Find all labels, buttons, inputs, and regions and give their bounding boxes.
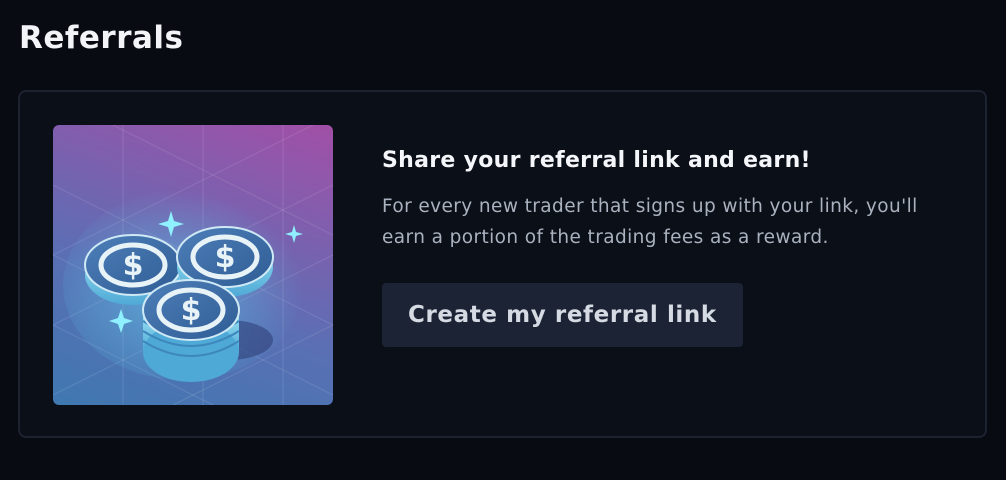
- svg-text:$: $: [181, 293, 202, 328]
- svg-text:$: $: [123, 248, 144, 283]
- coins-illustration: $ $ $: [53, 125, 333, 405]
- page-title: Referrals: [19, 20, 184, 56]
- referral-card: $ $ $ Share your referral link and earn!…: [18, 90, 987, 438]
- referral-content: Share your referral link and earn! For e…: [382, 148, 972, 347]
- referral-description: For every new trader that signs up with …: [382, 196, 918, 248]
- svg-text:$: $: [215, 240, 236, 275]
- create-referral-link-button[interactable]: Create my referral link: [382, 283, 743, 347]
- referral-headline: Share your referral link and earn!: [382, 148, 811, 173]
- coins-icon: $ $ $: [53, 125, 333, 405]
